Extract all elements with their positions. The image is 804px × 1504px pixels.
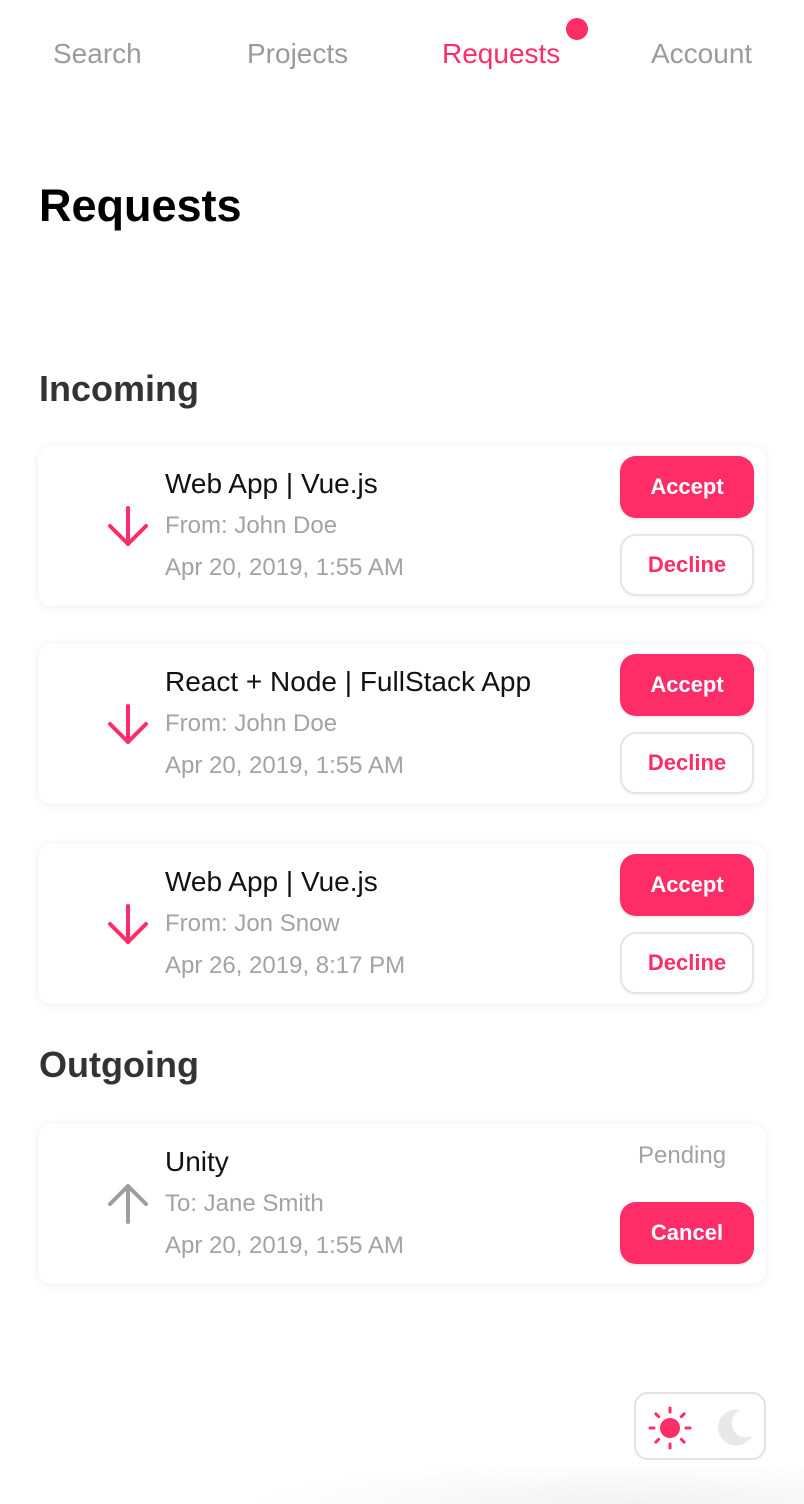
arrow-down-icon <box>108 904 148 944</box>
outgoing-section-title: Outgoing <box>39 1044 199 1085</box>
decline-button[interactable]: Decline <box>620 534 754 596</box>
sun-icon[interactable] <box>648 1406 692 1450</box>
bottom-shadow <box>240 1460 804 1504</box>
request-date: Apr 20, 2019, 1:55 AM <box>165 752 404 779</box>
top-nav: Search Projects Requests Account <box>0 0 804 110</box>
decline-button[interactable]: Decline <box>620 932 754 994</box>
request-date: Apr 26, 2019, 8:17 PM <box>165 952 406 979</box>
request-date: Apr 20, 2019, 1:55 AM <box>165 1232 404 1259</box>
request-sender: From: John Doe <box>165 710 338 737</box>
nav-item-projects[interactable]: Projects <box>247 38 348 70</box>
request-date: Apr 20, 2019, 1:55 AM <box>165 554 404 581</box>
incoming-request-card: Web App | Vue.js From: Jon Snow Apr 26, … <box>38 844 766 1004</box>
arrow-down-icon <box>108 506 148 546</box>
page-title: Requests <box>39 180 242 231</box>
request-title: Web App | Vue.js <box>165 866 378 897</box>
accept-button[interactable]: Accept <box>620 456 754 518</box>
nav-item-search[interactable]: Search <box>53 38 142 70</box>
incoming-request-card: Web App | Vue.js From: John Doe Apr 20, … <box>38 446 766 606</box>
nav-item-requests[interactable]: Requests <box>442 38 560 70</box>
moon-icon[interactable] <box>712 1406 756 1450</box>
nav-item-account[interactable]: Account <box>651 38 752 70</box>
request-sender: From: Jon Snow <box>165 910 340 937</box>
accept-button[interactable]: Accept <box>620 854 754 916</box>
requests-page: Search Projects Requests Account Request… <box>0 0 804 1504</box>
request-title: Web App | Vue.js <box>165 468 378 499</box>
request-sender: From: John Doe <box>165 512 338 539</box>
decline-button[interactable]: Decline <box>620 732 754 794</box>
request-title: Unity <box>165 1146 229 1177</box>
cancel-button[interactable]: Cancel <box>620 1202 754 1264</box>
request-title: React + Node | FullStack App <box>165 666 532 697</box>
theme-toggle[interactable] <box>634 1392 766 1460</box>
status-badge: Pending <box>638 1142 727 1169</box>
arrow-up-icon <box>108 1184 148 1224</box>
request-recipient: To: Jane Smith <box>165 1190 324 1217</box>
accept-button[interactable]: Accept <box>620 654 754 716</box>
incoming-request-card: React + Node | FullStack App From: John … <box>38 644 766 804</box>
notification-dot <box>566 18 588 40</box>
incoming-section-title: Incoming <box>39 368 199 409</box>
outgoing-request-card: Unity To: Jane Smith Apr 20, 2019, 1:55 … <box>38 1124 766 1284</box>
arrow-down-icon <box>108 704 148 744</box>
